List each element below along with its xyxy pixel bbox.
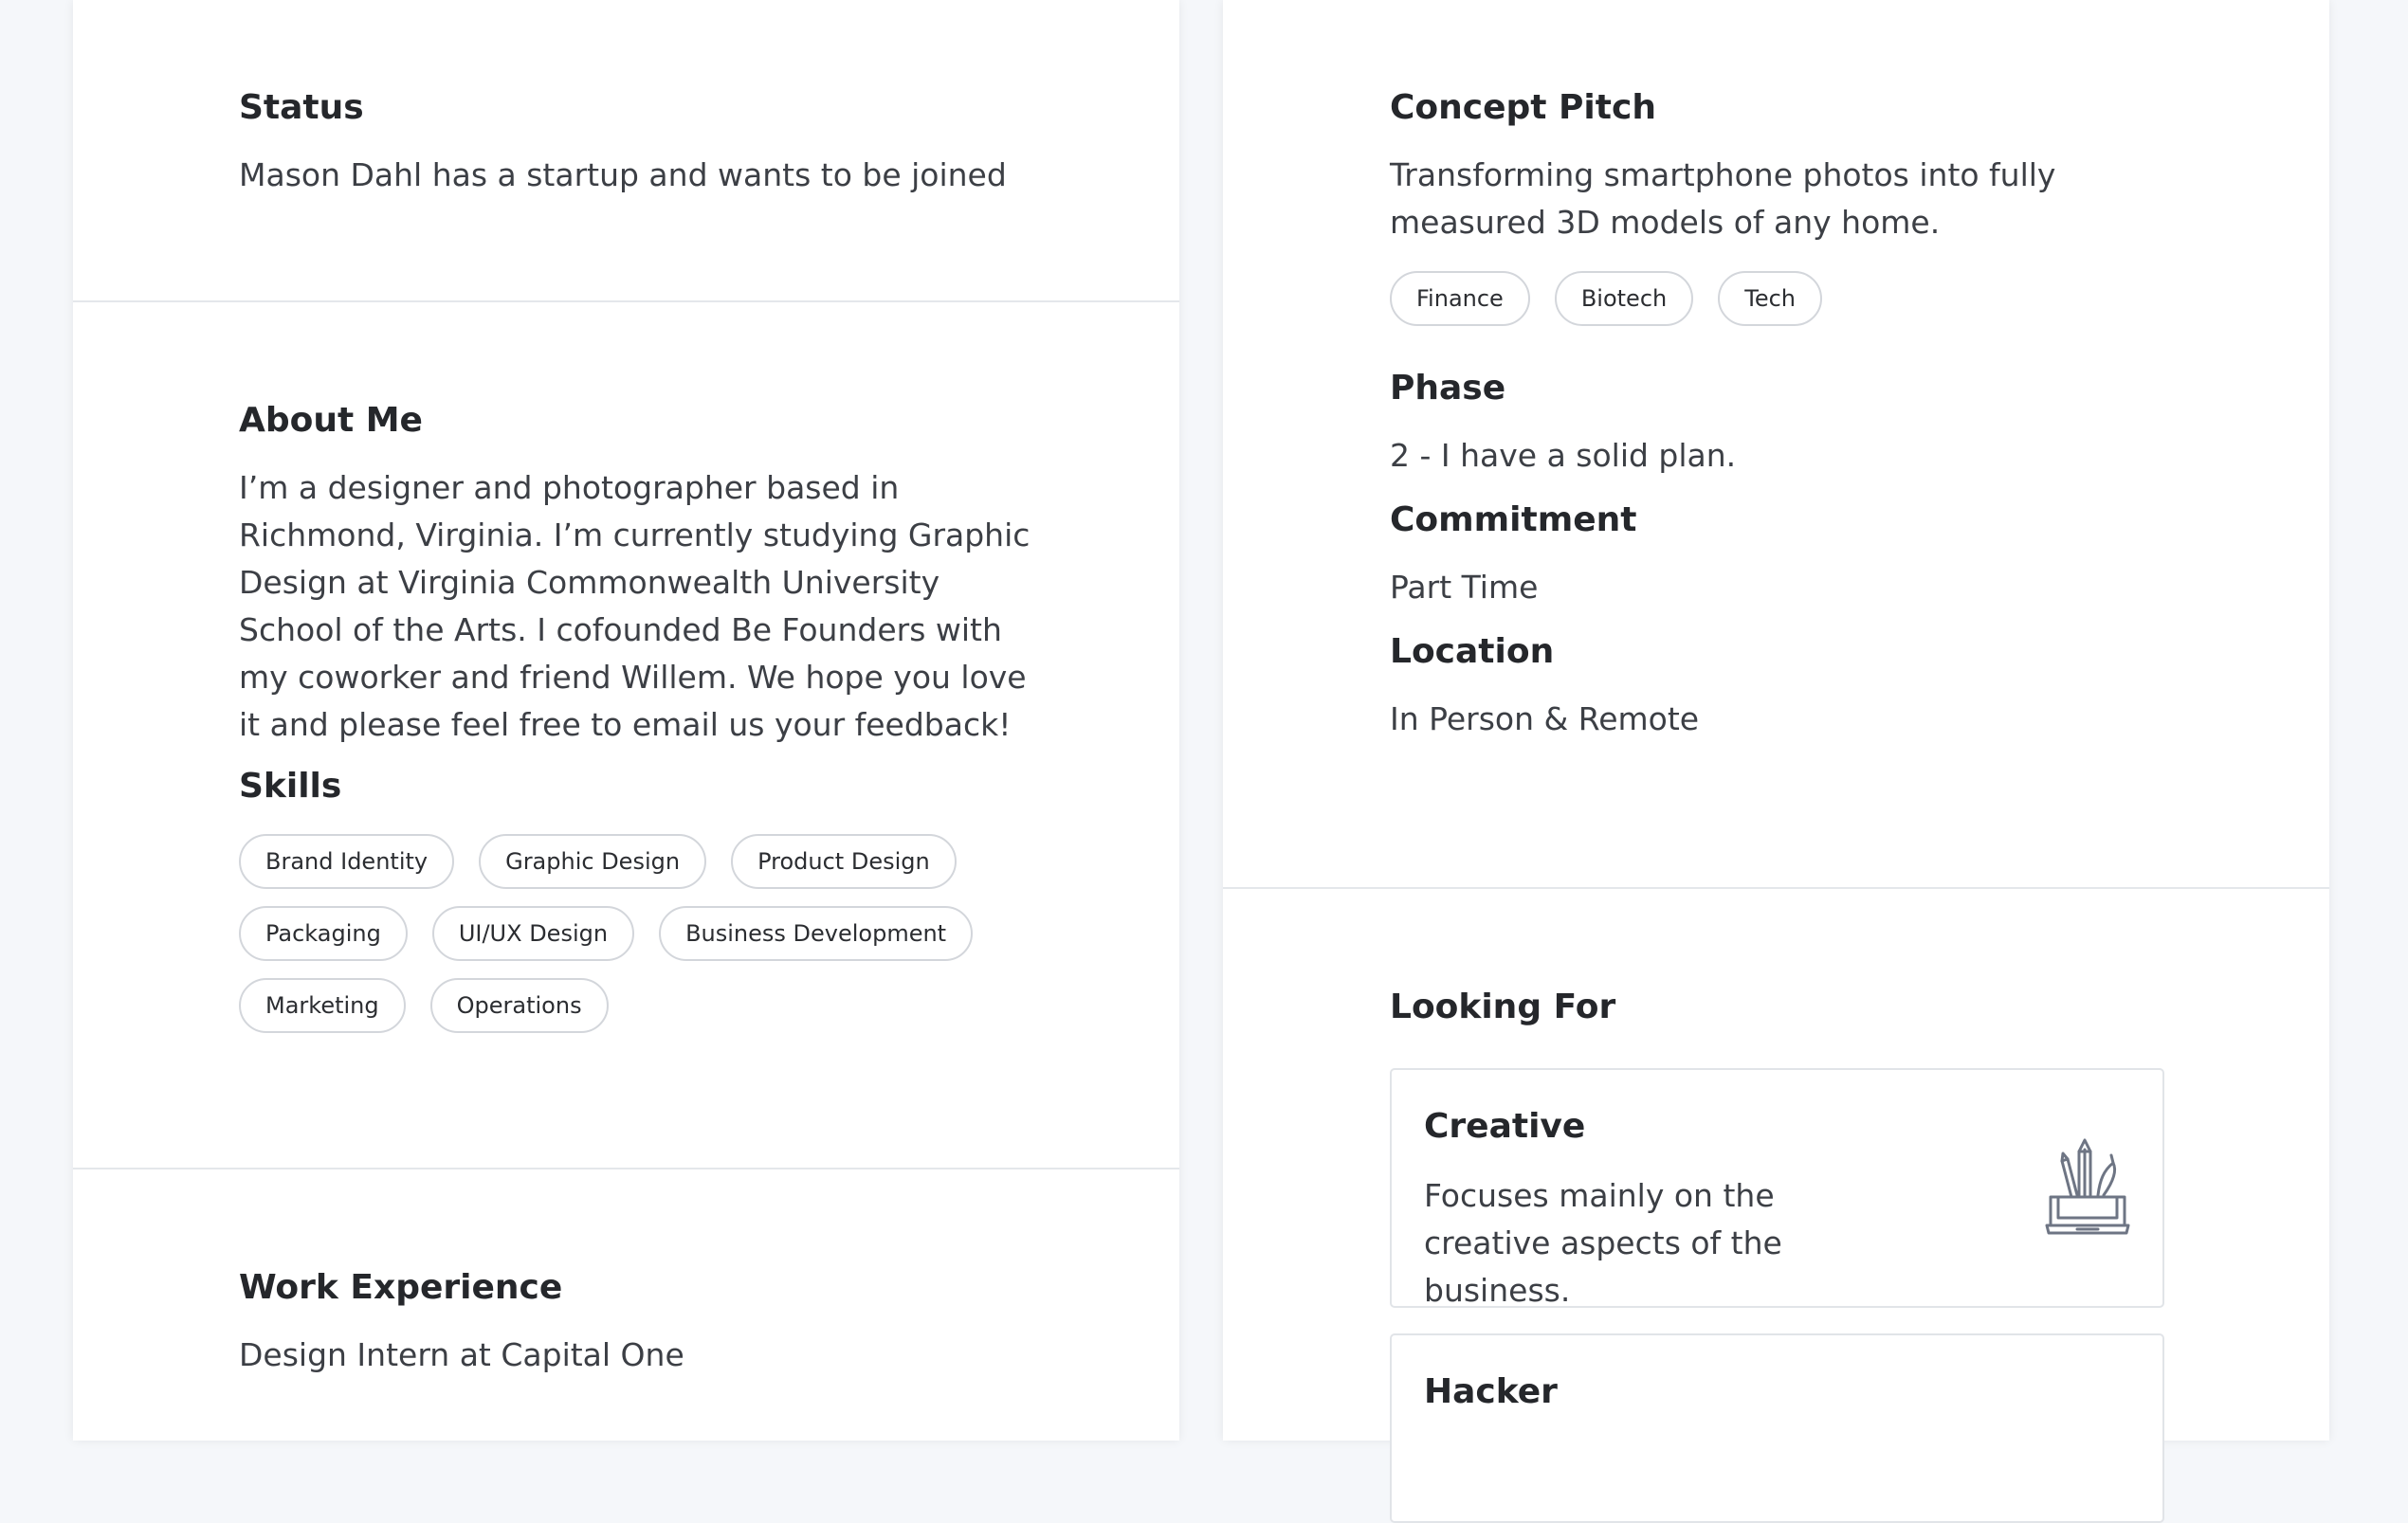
skills-tag-list: Brand Identity Graphic Design Product De… — [239, 834, 978, 1033]
industry-tag[interactable]: Finance — [1390, 271, 1530, 326]
commitment-text: Part Time — [1390, 569, 1539, 606]
skill-tag[interactable]: Packaging — [239, 906, 408, 961]
skill-tag[interactable]: Operations — [429, 978, 609, 1033]
commitment-heading: Commitment — [1390, 500, 1637, 539]
skill-tag[interactable]: Brand Identity — [239, 834, 455, 889]
industry-tag[interactable]: Tech — [1718, 271, 1822, 326]
skill-tag[interactable]: Business Development — [659, 906, 974, 961]
role-card-title: Hacker — [1424, 1372, 1558, 1411]
skills-heading: Skills — [239, 767, 342, 806]
looking-for-section: Looking For Creative Focuses mainly on t… — [1223, 889, 2329, 1523]
about-section: About Me I’m a designer and photographer… — [73, 302, 1179, 1169]
concept-pitch-text: Transforming smartphone photos into full… — [1390, 156, 2056, 241]
phase-heading: Phase — [1390, 369, 1506, 408]
role-card-creative[interactable]: Creative Focuses mainly on the creative … — [1390, 1068, 2164, 1309]
status-section: Status Mason Dahl has a startup and want… — [73, 0, 1179, 302]
startup-section: Concept Pitch Transforming smartphone ph… — [1223, 0, 2329, 889]
concept-pitch-heading: Concept Pitch — [1390, 88, 1656, 127]
about-heading: About Me — [239, 401, 423, 440]
skill-tag[interactable]: UI/UX Design — [431, 906, 635, 961]
looking-for-heading: Looking For — [1390, 988, 1616, 1026]
work-experience-section: Work Experience Design Intern at Capital… — [73, 1169, 1179, 1379]
phase-text: 2 - I have a solid plan. — [1390, 437, 1737, 474]
profile-left-column: Status Mason Dahl has a startup and want… — [73, 0, 1179, 1441]
status-heading: Status — [239, 88, 364, 127]
location-text: In Person & Remote — [1390, 700, 1700, 737]
skill-tag[interactable]: Graphic Design — [479, 834, 707, 889]
work-experience-text: Design Intern at Capital One — [239, 1336, 684, 1373]
about-text: I’m a designer and photographer based in… — [239, 469, 1031, 743]
skill-tag[interactable]: Product Design — [731, 834, 957, 889]
role-card-hacker[interactable]: Hacker — [1390, 1333, 2164, 1523]
industry-tag-list: Finance Biotech Tech — [1390, 271, 2187, 326]
location-heading: Location — [1390, 632, 1555, 671]
pencil-cup-laptop-icon — [2045, 1138, 2130, 1235]
work-experience-heading: Work Experience — [239, 1268, 563, 1307]
industry-tag[interactable]: Biotech — [1554, 271, 1694, 326]
status-text: Mason Dahl has a startup and wants to be… — [239, 156, 1007, 193]
role-card-description: Focuses mainly on the creative aspects o… — [1424, 1177, 1782, 1309]
role-card-title: Creative — [1424, 1107, 1586, 1146]
skill-tag[interactable]: Marketing — [239, 978, 406, 1033]
profile-right-column: Concept Pitch Transforming smartphone ph… — [1223, 0, 2329, 1523]
